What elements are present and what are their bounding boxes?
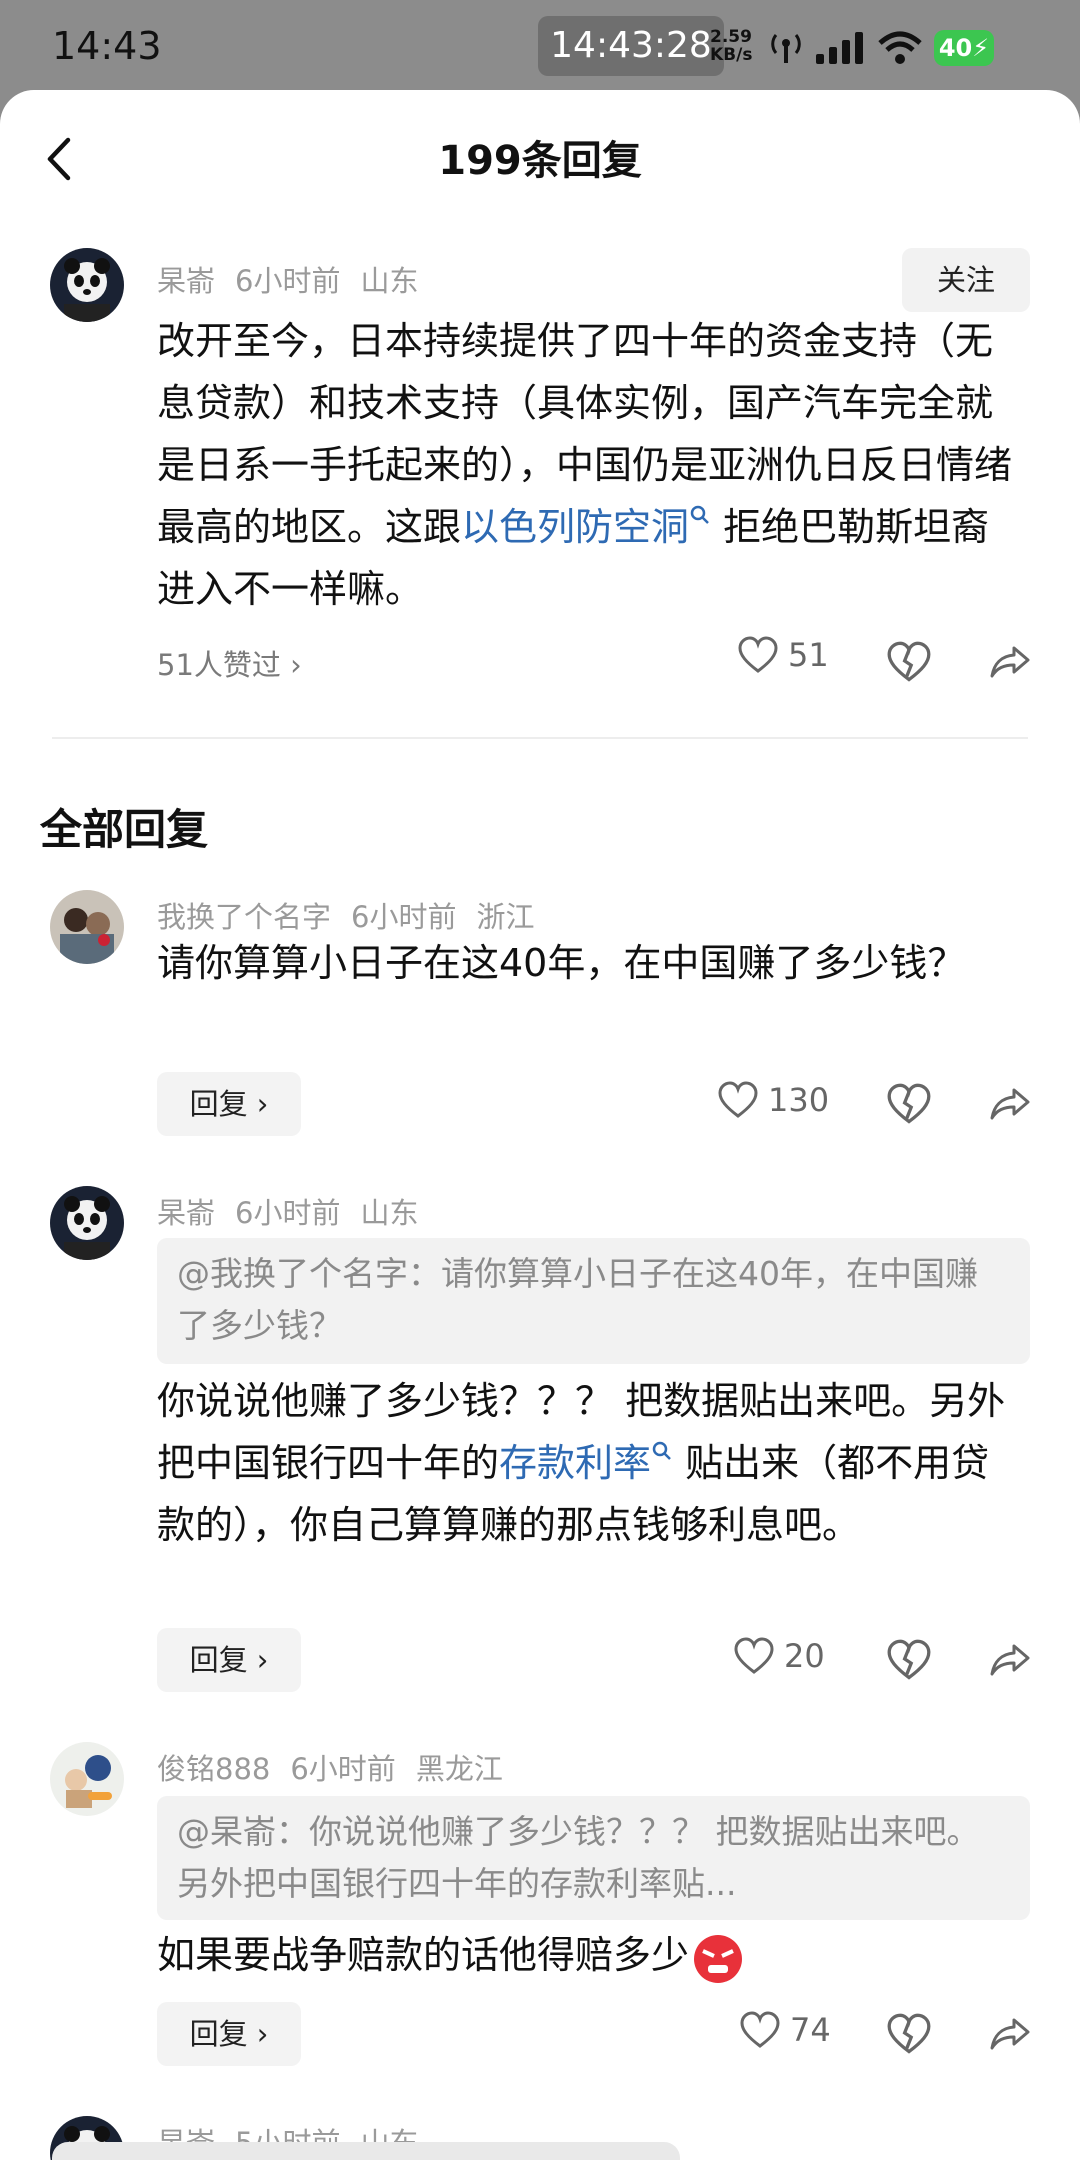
likers-label: 51人赞过 bbox=[157, 648, 281, 682]
section-title: 全部回复 bbox=[40, 805, 209, 854]
comment-meta: 杲嵛 6小时前 山东 bbox=[157, 258, 438, 300]
reply-button-label: 回复 bbox=[189, 1643, 248, 1677]
panda-avatar-icon bbox=[50, 1186, 124, 1260]
share-icon[interactable] bbox=[988, 1082, 1032, 1126]
comment-time: 6小时前 bbox=[235, 264, 341, 298]
panda-avatar-icon bbox=[50, 248, 124, 322]
broken-heart-icon[interactable] bbox=[887, 1082, 931, 1126]
username[interactable]: 我换了个名字 bbox=[157, 900, 331, 934]
broken-heart-icon[interactable] bbox=[887, 2012, 931, 2056]
like-count: 20 bbox=[784, 1637, 825, 1675]
reply-meta: 杲嵛 6小时前 山东 bbox=[157, 1190, 438, 1232]
comment-text: 改开至今，日本持续提供了四十年的资金支持（无息贷款）和技术支持（具体实例，国产汽… bbox=[157, 310, 1019, 620]
reply-meta: 我换了个名字 6小时前 浙江 bbox=[157, 894, 554, 936]
reply-button-label: 回复 bbox=[189, 1087, 248, 1121]
share-icon[interactable] bbox=[988, 2012, 1032, 2056]
like-button[interactable]: 51 bbox=[738, 636, 829, 674]
like-count: 130 bbox=[768, 1081, 830, 1119]
like-count: 51 bbox=[788, 636, 829, 674]
heart-icon bbox=[718, 1081, 758, 1118]
quoted-reply[interactable]: @杲嵛：你说说他赚了多少钱？？？ 把数据贴出来吧。另外把中国银行四十年的存款利率… bbox=[157, 1796, 1030, 1920]
reply-text-content: 如果要战争赔款的话他得赔多少 bbox=[157, 1933, 690, 1977]
search-link[interactable]: 以色列防空洞 bbox=[461, 505, 711, 549]
quoted-reply[interactable]: @我换了个名字：请你算算小日子在这40年，在中国赚了多少钱？ bbox=[157, 1238, 1030, 1364]
like-button[interactable]: 20 bbox=[734, 1637, 825, 1675]
reply-text: 你说说他赚了多少钱？？？ 把数据贴出来吧。另外把中国银行四十年的存款利率 贴出来… bbox=[157, 1370, 1019, 1556]
reply-time: 6小时前 bbox=[351, 900, 457, 934]
reply-location: 黑龙江 bbox=[415, 1752, 503, 1786]
replies-sheet: 199条回复 杲嵛 6小时前 山东 关注 改开至今，日本持续提供了四十年的资金支持（… bbox=[0, 90, 1080, 2160]
reply-meta: 俊铭888 6小时前 黑龙江 bbox=[157, 1746, 523, 1788]
reply-button[interactable]: 回复 › bbox=[157, 1628, 301, 1692]
battery-level: 40 bbox=[938, 34, 973, 62]
avatar[interactable] bbox=[50, 1742, 124, 1816]
angry-emoji-icon bbox=[694, 1934, 743, 1983]
search-link-icon bbox=[652, 1441, 671, 1460]
reply-time: 6小时前 bbox=[290, 1752, 396, 1786]
network-speed-value: 2.59 bbox=[710, 27, 752, 47]
reply-time: 6小时前 bbox=[235, 1196, 341, 1230]
search-link[interactable]: 存款利率 bbox=[499, 1441, 673, 1485]
reply-text: 如果要战争赔款的话他得赔多少 bbox=[157, 1924, 1019, 1986]
search-link-icon bbox=[690, 505, 709, 524]
reply-button-label: 回复 bbox=[189, 2017, 248, 2051]
avatar[interactable] bbox=[50, 248, 124, 322]
page-title: 199条回复 bbox=[438, 138, 642, 184]
reply-location: 山东 bbox=[360, 1196, 419, 1230]
share-icon[interactable] bbox=[988, 640, 1032, 684]
like-button[interactable]: 130 bbox=[718, 1081, 829, 1119]
network-speed: 2.59 KB/s bbox=[710, 28, 760, 64]
reply-location: 浙江 bbox=[476, 900, 535, 934]
username[interactable]: 杲嵛 bbox=[157, 264, 215, 298]
battery-indicator: 40⚡ bbox=[934, 30, 994, 66]
status-time: 14:43 bbox=[52, 24, 162, 68]
reply-button[interactable]: 回复 › bbox=[157, 1072, 301, 1136]
heart-icon bbox=[740, 2011, 780, 2048]
heart-icon bbox=[734, 1637, 774, 1674]
like-button[interactable]: 74 bbox=[740, 2011, 831, 2049]
follow-button[interactable]: 关注 bbox=[902, 248, 1030, 312]
reply-button[interactable]: 回复 › bbox=[157, 2002, 301, 2066]
share-icon[interactable] bbox=[988, 1638, 1032, 1682]
username[interactable]: 杲嵛 bbox=[157, 1196, 215, 1230]
search-link-text: 存款利率 bbox=[499, 1441, 652, 1485]
comment-location: 山东 bbox=[360, 264, 419, 298]
avatar[interactable] bbox=[50, 890, 124, 964]
username[interactable]: 俊铭888 bbox=[157, 1752, 270, 1786]
broken-heart-icon[interactable] bbox=[887, 1638, 931, 1682]
user-photo-icon bbox=[50, 890, 124, 964]
bottom-input-bar[interactable] bbox=[52, 2142, 680, 2160]
broken-heart-icon[interactable] bbox=[887, 640, 931, 684]
likers-link[interactable]: 51人赞过 › bbox=[157, 642, 302, 684]
hotspot-icon bbox=[771, 34, 801, 63]
status-bar: 14:43 14:43:28 2.59 KB/s 40⚡ bbox=[0, 0, 1080, 95]
cartoon-avatar-icon bbox=[50, 1742, 124, 1816]
divider bbox=[52, 737, 1028, 739]
center-clock: 14:43:28 bbox=[538, 16, 724, 76]
network-speed-unit: KB/s bbox=[710, 45, 753, 65]
wifi-icon bbox=[878, 31, 922, 64]
like-count: 74 bbox=[790, 2011, 831, 2049]
reply-text: 请你算算小日子在这40年，在中国赚了多少钱？ bbox=[157, 941, 966, 985]
status-icons: 40⚡ bbox=[768, 28, 994, 68]
avatar[interactable] bbox=[50, 1186, 124, 1260]
header: 199条回复 bbox=[0, 90, 1080, 230]
heart-icon bbox=[738, 636, 778, 673]
search-link-text: 以色列防空洞 bbox=[461, 505, 690, 549]
signal-icon bbox=[816, 32, 863, 64]
